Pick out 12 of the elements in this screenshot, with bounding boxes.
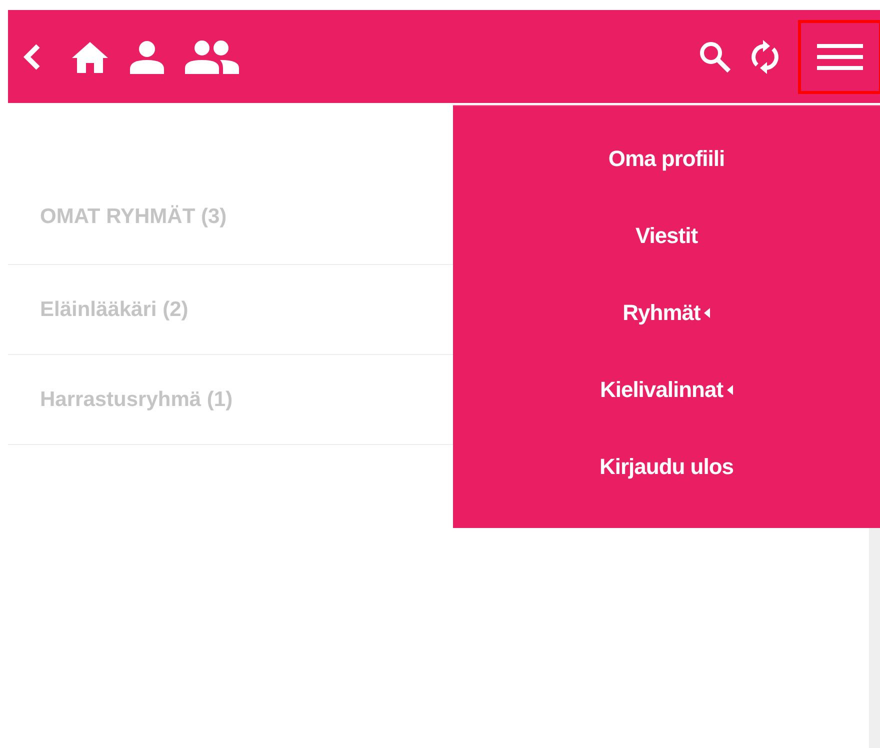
person-icon[interactable] [128,40,166,74]
menu-item[interactable]: Kirjaudu ulos [599,428,734,506]
section-title: OMAT RYHMÄT (3) [40,205,227,229]
menu-item[interactable]: Viestit [635,197,698,274]
menu-button[interactable] [798,20,880,94]
home-icon[interactable] [70,40,110,74]
people-icon[interactable] [184,40,240,74]
menu-item[interactable]: Kielivalinnat [600,352,734,429]
menu-icon [817,42,863,72]
search-icon[interactable] [698,40,732,74]
menu-item[interactable]: Oma profiili [608,120,725,198]
menu-item[interactable]: Ryhmät [622,274,710,352]
